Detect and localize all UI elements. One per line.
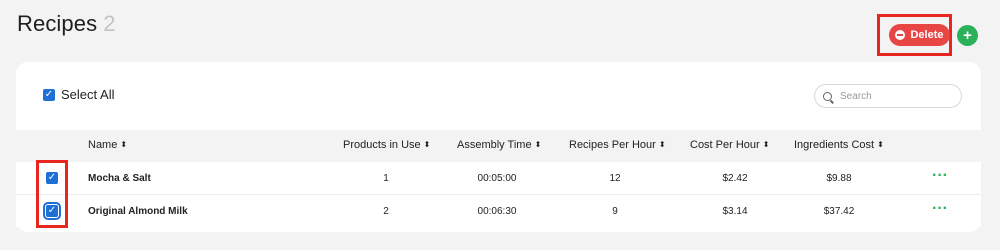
column-header-ingredients[interactable]: Ingredients Cost ⬍	[794, 139, 884, 151]
column-label: Assembly Time	[457, 139, 532, 151]
column-header-assembly[interactable]: Assembly Time ⬍	[457, 139, 541, 151]
minus-icon	[895, 30, 906, 40]
sort-icon: ⬍	[534, 140, 542, 149]
column-header-cph[interactable]: Cost Per Hour ⬍	[690, 139, 769, 151]
assembly-time: 00:05:00	[477, 173, 517, 184]
search-icon	[823, 91, 832, 101]
recipes-per-hour: 12	[609, 173, 621, 184]
recipe-count: 2	[103, 11, 116, 36]
sort-icon: ⬍	[762, 140, 770, 149]
select-all[interactable]: ✓ Select All	[43, 87, 114, 102]
more-options-icon[interactable]: ···	[932, 201, 948, 217]
plus-icon: +	[963, 27, 972, 44]
sort-icon: ⬍	[877, 140, 884, 149]
column-header-name[interactable]: Name ⬍	[88, 139, 127, 151]
search-input[interactable]	[838, 89, 952, 103]
column-label: Cost Per Hour	[690, 139, 760, 151]
page-title: Recipes 2	[17, 11, 116, 37]
assembly-time: 00:06:30	[477, 206, 517, 217]
page-title-text: Recipes	[17, 11, 98, 36]
column-label: Ingredients Cost	[794, 139, 875, 151]
ingredients-cost: $9.88	[826, 173, 852, 184]
cost-per-hour: $2.42	[722, 173, 748, 184]
delete-button-label: Delete	[910, 29, 944, 41]
products-in-use: 1	[383, 173, 389, 184]
column-header-products[interactable]: Products in Use ⬍	[343, 139, 430, 151]
column-label: Name	[88, 139, 118, 151]
recipe-name[interactable]: Original Almond Milk	[88, 206, 188, 217]
select-all-checkbox[interactable]: ✓	[43, 88, 55, 101]
cost-per-hour: $3.14	[722, 206, 748, 217]
column-label: Recipes Per Hour	[569, 139, 656, 151]
column-label: Products in Use	[343, 139, 421, 151]
more-options-icon[interactable]: ···	[932, 168, 948, 184]
delete-button[interactable]: Delete	[889, 24, 950, 46]
add-recipe-button[interactable]: +	[957, 25, 978, 46]
recipe-name[interactable]: Mocha & Salt	[88, 173, 151, 184]
search-box[interactable]	[814, 84, 962, 108]
column-header-rph[interactable]: Recipes Per Hour ⬍	[569, 139, 666, 151]
recipes-per-hour: 9	[612, 206, 618, 217]
products-in-use: 2	[383, 206, 389, 217]
select-all-label: Select All	[61, 87, 115, 102]
row-checkbox-highlight	[36, 160, 68, 228]
ingredients-cost: $37.42	[823, 206, 855, 217]
sort-icon: ⬍	[120, 140, 128, 149]
sort-icon: ⬍	[423, 140, 431, 149]
sort-icon: ⬍	[658, 140, 666, 149]
